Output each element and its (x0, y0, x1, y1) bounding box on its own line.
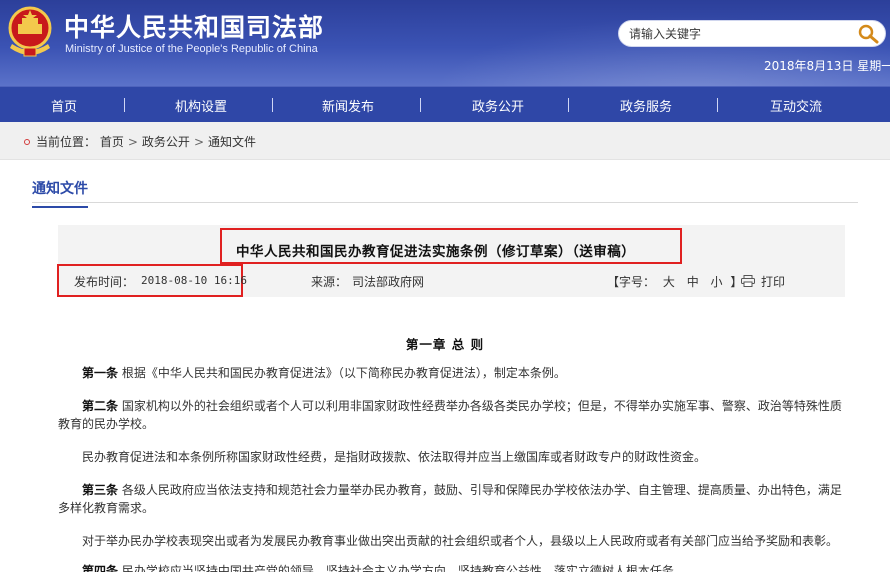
breadcrumb-arrow-icon: > (193, 135, 204, 149)
article-clause-lead: 第三条 (82, 483, 119, 497)
section-divider (32, 202, 858, 203)
font-size-control: 【字号： 大 中 小 】 (607, 273, 742, 290)
nav-separator (124, 98, 125, 112)
paragraph-text: 国家机构以外的社会组织或者个人可以利用非国家财政性经费举办各级各类民办学校；但是… (58, 399, 842, 431)
nav-home[interactable]: 首页 (51, 96, 77, 115)
breadcrumb-bar: 当前位置： 首页 > 政务公开 > 通知文件 (0, 122, 890, 160)
location-dot-icon (24, 139, 30, 145)
article-paragraph: 民办教育促进法和本条例所称国家财政性经费，是指财政拨款、依法取得并应当上缴国库或… (58, 448, 845, 466)
article-paragraph: 对于举办民办学校表现突出或者为发展民办教育事业做出突出贡献的社会组织或者个人，县… (58, 532, 845, 550)
breadcrumb-home[interactable]: 首页 (100, 135, 124, 149)
site-title: 中华人民共和国司法部 (64, 13, 325, 42)
chapter-heading: 第一章 总 则 (405, 337, 485, 352)
article-clause-lead: 第二条 (82, 399, 119, 413)
font-size-small[interactable]: 小 (707, 275, 727, 289)
paragraph-text: 各级人民政府应当依法支持和规范社会力量举办民办教育，鼓励、引导和保障民办学校依法… (58, 483, 842, 515)
nav-interaction[interactable]: 互动交流 (770, 96, 822, 115)
pub-time-value: 2018-08-10 16:16 (141, 274, 247, 287)
breadcrumb-government-affairs[interactable]: 政务公开 (142, 135, 190, 149)
article-paragraph: 第一条 根据《中华人民共和国民办教育促进法》（以下简称民办教育促进法），制定本条… (58, 364, 845, 382)
article-paragraph: 第四条 民办学校应当坚持中国共产党的领导，坚持社会主义办学方向，坚持教育公益性，… (58, 562, 845, 572)
breadcrumb-label: 当前位置： (36, 135, 97, 149)
nav-services[interactable]: 政务服务 (620, 96, 672, 115)
breadcrumb-notices[interactable]: 通知文件 (208, 135, 256, 149)
article-clause-lead: 第一条 (82, 366, 119, 380)
current-date: 2018年8月13日 星期一 (764, 59, 890, 73)
section-title: 通知文件 (32, 178, 88, 208)
font-size-label: 【字号： (607, 275, 656, 289)
source-label: 来源： (311, 275, 348, 289)
font-size-large[interactable]: 大 (659, 275, 679, 289)
paragraph-text: 对于举办民办学校表现突出或者为发展民办教育事业做出突出贡献的社会组织或者个人，县… (82, 534, 839, 548)
source-value: 司法部政府网 (352, 275, 425, 289)
print-button[interactable]: 打印 (761, 273, 785, 290)
paragraph-text: 民办学校应当坚持中国共产党的领导，坚持社会主义办学方向，坚持教育公益性，落实立德… (121, 564, 686, 572)
main-nav: 首页 机构设置 新闻发布 政务公开 政务服务 互动交流 (0, 86, 890, 122)
nav-separator (420, 98, 421, 112)
site-header: 中华人民共和国司法部 Ministry of Justice of the Pe… (0, 0, 890, 86)
search-icon[interactable] (857, 24, 879, 44)
nav-organization[interactable]: 机构设置 (175, 96, 227, 115)
printer-icon[interactable] (741, 275, 755, 287)
nav-news[interactable]: 新闻发布 (322, 96, 374, 115)
paragraph-text: 根据《中华人民共和国民办教育促进法》（以下简称民办教育促进法），制定本条例。 (121, 366, 566, 380)
pub-time-label: 发布时间： (74, 275, 135, 289)
article-paragraph: 第二条 国家机构以外的社会组织或者个人可以利用非国家财政性经费举办各级各类民办学… (58, 397, 845, 433)
national-emblem-icon (8, 6, 52, 57)
article-title: 中华人民共和国民办教育促进法实施条例（修订草案）（送审稿） (236, 244, 636, 260)
paragraph-text: 民办教育促进法和本条例所称国家财政性经费，是指财政拨款、依法取得并应当上缴国库或… (82, 450, 707, 464)
breadcrumb: 当前位置： 首页 > 政务公开 > 通知文件 (36, 133, 256, 150)
nav-separator (717, 98, 718, 112)
font-size-medium[interactable]: 中 (683, 275, 703, 289)
search-box (618, 20, 886, 47)
nav-separator (568, 98, 569, 112)
article-paragraph: 第三条 各级人民政府应当依法支持和规范社会力量举办民办教育，鼓励、引导和保障民办… (58, 481, 845, 517)
site-subtitle: Ministry of Justice of the People's Repu… (65, 43, 318, 55)
article-clause-lead: 第四条 (82, 564, 119, 572)
breadcrumb-arrow-icon: > (127, 135, 138, 149)
nav-government-affairs[interactable]: 政务公开 (472, 96, 524, 115)
search-input[interactable] (629, 25, 849, 43)
nav-separator (272, 98, 273, 112)
